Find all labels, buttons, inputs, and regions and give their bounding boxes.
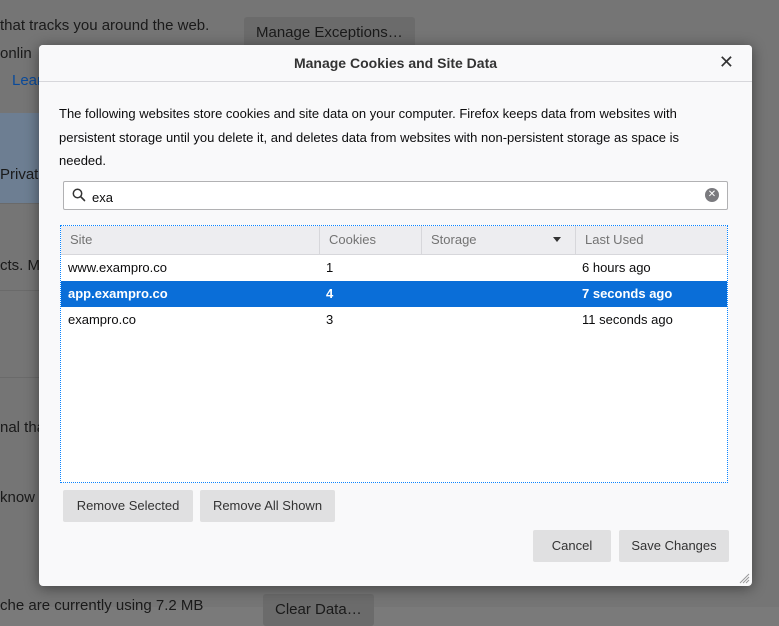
column-header-storage-label: Storage [431,232,477,247]
column-header-storage[interactable]: Storage [421,226,575,254]
table-row[interactable]: exampro.co 3 11 seconds ago [61,307,727,333]
remove-selected-button[interactable]: Remove Selected [63,490,193,522]
resize-grip-icon[interactable] [738,572,750,584]
bg-divider [0,290,40,291]
search-box[interactable]: ✕ [63,181,728,210]
bg-know-text: know [0,489,36,506]
bg-cts-text: cts. M [0,257,40,274]
dialog-header: Manage Cookies and Site Data ✕ [39,45,752,82]
cancel-button[interactable]: Cancel [533,530,611,562]
bg-tracking-text: that tracks you around the web. [0,17,210,34]
cookies-cell: 3 [326,312,334,327]
search-icon [72,188,86,202]
column-header-cookies[interactable]: Cookies [319,226,421,254]
manage-cookies-dialog: Manage Cookies and Site Data ✕ The follo… [39,45,752,586]
column-header-last-used[interactable]: Last Used [575,226,727,254]
save-changes-button[interactable]: Save Changes [619,530,729,562]
table-row-selected[interactable]: app.exampro.co 4 7 seconds ago [61,281,727,307]
cookies-cell: 4 [326,286,334,301]
cookies-cell: 1 [326,260,334,275]
site-data-table: Site Cookies Storage Last Used www.examp… [60,225,728,483]
dialog-description: The following websites store cookies and… [59,106,680,168]
clear-search-icon[interactable]: ✕ [705,188,719,202]
bg-tracking-panel [0,113,40,203]
remove-all-shown-button[interactable]: Remove All Shown [200,490,335,522]
site-cell: exampro.co [68,312,136,327]
table-header: Site Cookies Storage Last Used [61,226,727,255]
bg-storage-text: che are currently using 7.2 MB [0,597,204,614]
bg-learn-link: Lear [12,72,43,89]
search-input[interactable] [90,186,694,208]
site-cell: app.exampro.co [68,286,168,301]
dialog-title: Manage Cookies and Site Data [293,55,498,71]
sort-descending-icon [553,237,561,242]
last-used-cell: 7 seconds ago [582,286,673,301]
table-row[interactable]: www.exampro.co 1 6 hours ago [61,255,727,281]
bg-online-text: onlin [0,45,32,62]
bg-divider [0,203,40,204]
column-header-site[interactable]: Site [61,226,319,254]
bg-divider [0,377,40,378]
close-icon[interactable]: ✕ [719,52,734,73]
clear-data-button: Clear Data… [263,594,374,626]
last-used-cell: 11 seconds ago [582,312,673,327]
site-cell: www.exampro.co [68,260,167,275]
last-used-cell: 6 hours ago [582,260,651,275]
